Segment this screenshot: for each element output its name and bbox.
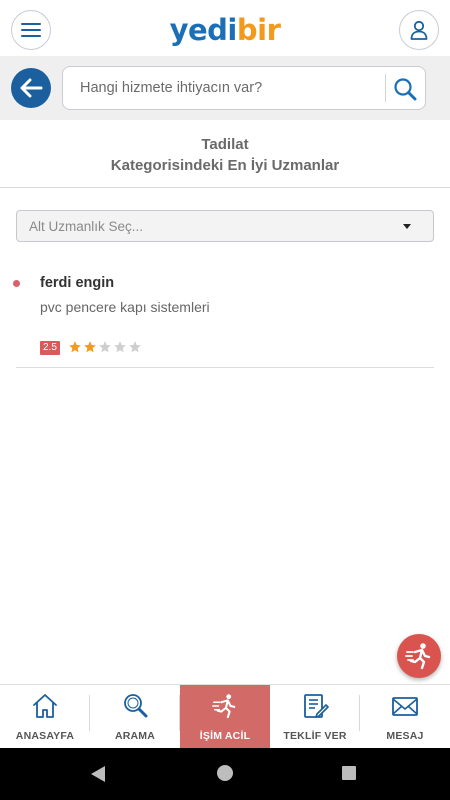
envelope-icon [392,697,418,716]
nav-label-urgent: İŞİM ACİL [199,730,251,742]
search-box [62,66,426,110]
nav-label-search: ARAMA [114,730,156,742]
expert-list-item[interactable]: ferdi engin pvc pencere kapı sistemleri … [13,262,434,368]
expert-service: pvc pencere kapı sistemleri [40,299,210,315]
star-empty-icon [114,341,126,353]
logo-part-bir: bir [236,13,281,47]
system-recents-icon[interactable] [342,766,356,780]
app-header: yedibir [0,0,450,56]
arrow-left-icon [20,78,43,98]
menu-button[interactable] [11,10,51,50]
nav-item-home[interactable]: ANASAYFA [0,685,90,748]
expert-name[interactable]: ferdi engin [40,275,114,291]
system-navigation-bar [0,748,450,800]
system-home-icon[interactable] [217,765,233,781]
star-empty-icon [129,341,141,353]
nav-label-home: ANASAYFA [15,730,75,742]
quote-form-icon [304,694,329,718]
running-man-icon [212,694,236,719]
bottom-navigation: ANASAYFA ARAMA İŞİM ACİL TEKLİF VER MESA… [0,684,450,748]
subspecialty-select[interactable]: Alt Uzmanlık Seç... [16,210,434,242]
category-name: Tadilat [201,136,249,153]
bullet-dot-icon [13,280,20,287]
user-icon [410,20,428,40]
star-rating [68,340,142,356]
search-icon [124,694,148,718]
nav-item-message[interactable]: MESAJ [360,685,450,748]
running-man-icon [405,643,431,670]
logo-part-yedi: yedi [169,13,238,47]
caret-down-icon [403,224,411,229]
back-button[interactable] [11,68,51,108]
hamburger-icon [21,23,41,37]
urgent-floating-button[interactable] [397,634,441,678]
nav-item-quote[interactable]: TEKLİF VER [270,685,360,748]
search-bar-area [0,56,450,120]
nav-item-search[interactable]: ARAMA [90,685,180,748]
search-input[interactable] [63,67,383,109]
subspecialty-placeholder: Alt Uzmanlık Seç... [29,219,144,234]
nav-item-urgent[interactable]: İŞİM ACİL [180,685,270,748]
star-empty-icon [99,341,111,353]
search-icon[interactable] [392,76,418,102]
category-title: Tadilat Kategorisindeki En İyi Uzmanlar [0,120,450,188]
system-back-icon[interactable] [91,766,105,782]
nav-label-message: MESAJ [386,730,424,742]
search-divider [385,74,386,102]
app-screen: yedibir Tadilat Kategorisindeki En İ [0,0,450,800]
home-icon [33,694,57,718]
nav-label-quote: TEKLİF VER [283,730,347,742]
rating-badge: 2.5 [40,341,60,355]
star-filled-icon [69,341,81,353]
profile-button[interactable] [399,10,439,50]
brand-logo[interactable]: yedibir [170,10,281,50]
star-filled-icon [84,341,96,353]
category-subtitle: Kategorisindeki En İyi Uzmanlar [110,157,340,174]
